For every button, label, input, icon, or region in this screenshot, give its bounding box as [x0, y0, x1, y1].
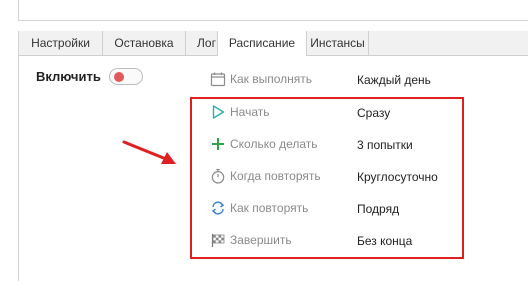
calendar-icon — [210, 72, 226, 87]
schedule-value-how-run[interactable]: Каждый день — [357, 73, 431, 87]
enable-label: Включить — [36, 69, 101, 84]
enable-toggle[interactable] — [109, 68, 143, 85]
toggle-knob — [114, 72, 124, 82]
red-arrow-icon — [122, 140, 176, 164]
tab-schedule[interactable]: Расписание — [217, 31, 307, 56]
schedule-label: Как выполнять — [230, 72, 313, 86]
tab-settings[interactable]: Настройки — [19, 31, 103, 55]
top-panel — [18, 0, 528, 21]
highlight-box — [190, 97, 464, 259]
tab-stop[interactable]: Остановка — [103, 31, 186, 55]
tab-strip: Настройки Остановка Лог Расписание Инста… — [18, 31, 528, 56]
tab-instances[interactable]: Инстансы — [307, 31, 369, 55]
